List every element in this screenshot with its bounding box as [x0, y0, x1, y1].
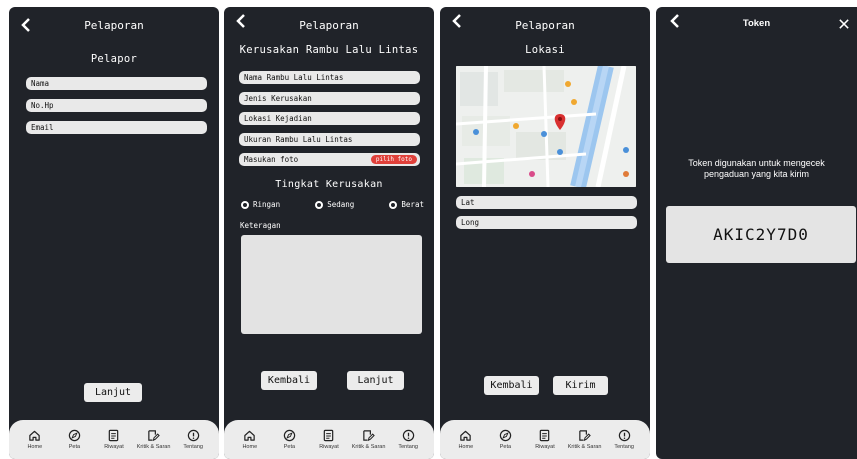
- nav-item-riwayat[interactable]: Riwayat: [527, 429, 563, 450]
- section-title: Kerusakan Rambu Lalu Lintas: [239, 44, 419, 56]
- screen-kerusakan: Pelaporan Kerusakan Rambu Lalu Lintas Na…: [224, 7, 434, 459]
- latitude-field[interactable]: Lat: [456, 196, 637, 209]
- radio-circle-icon: [241, 200, 249, 209]
- document-icon: [109, 429, 119, 442]
- edit-icon: [148, 430, 160, 442]
- photo-label: Masukan foto: [244, 155, 299, 164]
- nav-label: Tentang: [183, 444, 203, 450]
- back-button[interactable]: Kembali: [261, 371, 317, 390]
- location-field[interactable]: Lokasi Kejadian: [239, 112, 420, 125]
- nav-label: Tentang: [614, 444, 634, 450]
- info-icon: [618, 429, 630, 442]
- nav-item-home[interactable]: Home: [232, 429, 268, 450]
- document-icon: [540, 429, 550, 442]
- damage-type-field[interactable]: Jenis Kerusakan: [239, 92, 420, 105]
- home-icon: [29, 430, 41, 441]
- email-field[interactable]: Email: [26, 121, 207, 134]
- nav-label: Peta: [499, 444, 512, 450]
- nav-item-home[interactable]: Home: [448, 429, 484, 450]
- choose-photo-button[interactable]: pilih foto: [370, 155, 417, 164]
- edit-icon: [363, 430, 375, 442]
- nav-item-tentang[interactable]: Tentang: [606, 429, 642, 450]
- radio-label: Sedang: [327, 200, 355, 209]
- nav-label: Peta: [68, 444, 81, 450]
- screen-token: Token Token digunakan untuk mengecek pen…: [656, 7, 857, 459]
- radio-sedang[interactable]: Sedang: [315, 200, 354, 209]
- bottom-navbar: Home Peta Riwayat Kritik & Saran Tentang: [224, 420, 434, 459]
- nav-item-home[interactable]: Home: [17, 429, 53, 450]
- nav-label: Tentang: [398, 444, 418, 450]
- nav-item-kritik-saran[interactable]: Kritik & Saran: [351, 429, 387, 450]
- name-field[interactable]: Nama: [26, 77, 207, 90]
- nav-item-riwayat[interactable]: Riwayat: [311, 429, 347, 450]
- damage-level-title: Tingkat Kerusakan: [275, 179, 383, 190]
- back-button[interactable]: Kembali: [484, 376, 539, 395]
- info-icon: [187, 429, 199, 442]
- token-description: Token digunakan untuk mengecek pengaduan…: [688, 158, 825, 179]
- radio-circle-icon: [315, 200, 324, 209]
- radio-circle-icon: [389, 200, 398, 209]
- sign-size-field[interactable]: Ukuran Rambu Lalu Lintas: [239, 133, 420, 146]
- nav-label: Riwayat: [319, 444, 339, 450]
- close-icon[interactable]: [839, 19, 849, 29]
- nav-label: Home: [242, 444, 258, 450]
- document-icon: [324, 429, 334, 442]
- nav-item-kritik-saran[interactable]: Kritik & Saran: [567, 429, 603, 450]
- radio-label: Ringan: [253, 200, 281, 209]
- longitude-field[interactable]: Long: [456, 216, 637, 229]
- nav-label: Kritik & Saran: [567, 444, 602, 450]
- compass-icon: [283, 429, 296, 442]
- screen-pelapor: Pelaporan Pelapor Nama No.Hp Email Lanju…: [9, 7, 219, 459]
- notes-textarea[interactable]: [241, 235, 422, 334]
- nav-item-tentang[interactable]: Tentang: [175, 429, 211, 450]
- next-button[interactable]: Lanjut: [347, 371, 404, 390]
- bottom-navbar: Home Peta Riwayat Kritik & Saran Tentang: [440, 420, 650, 459]
- send-button[interactable]: Kirim: [553, 376, 608, 395]
- nav-label: Riwayat: [104, 444, 124, 450]
- notes-label: Keteragan: [240, 221, 281, 230]
- section-title: Lokasi: [525, 44, 565, 56]
- next-button[interactable]: Lanjut: [84, 383, 142, 402]
- section-title: Pelapor: [90, 53, 138, 65]
- nav-label: Home: [458, 444, 474, 450]
- nav-label: Peta: [283, 444, 296, 450]
- compass-icon: [68, 429, 81, 442]
- page-title: Pelaporan: [84, 19, 144, 32]
- radio-ringan[interactable]: Ringan: [241, 200, 280, 209]
- map-illustration: [456, 66, 636, 187]
- compass-icon: [499, 429, 512, 442]
- nav-label: Riwayat: [535, 444, 555, 450]
- page-title: Token: [742, 18, 771, 29]
- screen-lokasi: Pelaporan Lokasi Lat Long Kembali Kirim …: [440, 7, 650, 459]
- home-icon: [460, 430, 472, 441]
- token-code: AKIC2Y7D0: [666, 206, 856, 263]
- page-title: Pelaporan: [515, 19, 575, 32]
- radio-label: Berat: [401, 200, 424, 209]
- home-icon: [244, 430, 256, 441]
- nav-item-riwayat[interactable]: Riwayat: [96, 429, 132, 450]
- bottom-navbar: Home Peta Riwayat Kritik & Saran Tentang: [9, 420, 219, 459]
- nav-item-kritik-saran[interactable]: Kritik & Saran: [136, 429, 172, 450]
- phone-field[interactable]: No.Hp: [26, 99, 207, 112]
- nav-label: Kritik & Saran: [351, 444, 386, 450]
- edit-icon: [579, 430, 591, 442]
- nav-item-tentang[interactable]: Tentang: [390, 429, 426, 450]
- nav-item-peta[interactable]: Peta: [487, 429, 523, 450]
- nav-label: Kritik & Saran: [136, 444, 171, 450]
- radio-berat[interactable]: Berat: [389, 200, 424, 209]
- photo-field[interactable]: Masukan foto pilih foto: [239, 153, 420, 166]
- nav-label: Home: [27, 444, 43, 450]
- damage-level-options: Ringan Sedang Berat: [241, 200, 424, 209]
- location-map[interactable]: [456, 66, 636, 187]
- page-title: Pelaporan: [299, 19, 359, 32]
- sign-name-field[interactable]: Nama Rambu Lalu Lintas: [239, 71, 420, 84]
- nav-item-peta[interactable]: Peta: [271, 429, 307, 450]
- info-icon: [402, 429, 414, 442]
- nav-item-peta[interactable]: Peta: [56, 429, 92, 450]
